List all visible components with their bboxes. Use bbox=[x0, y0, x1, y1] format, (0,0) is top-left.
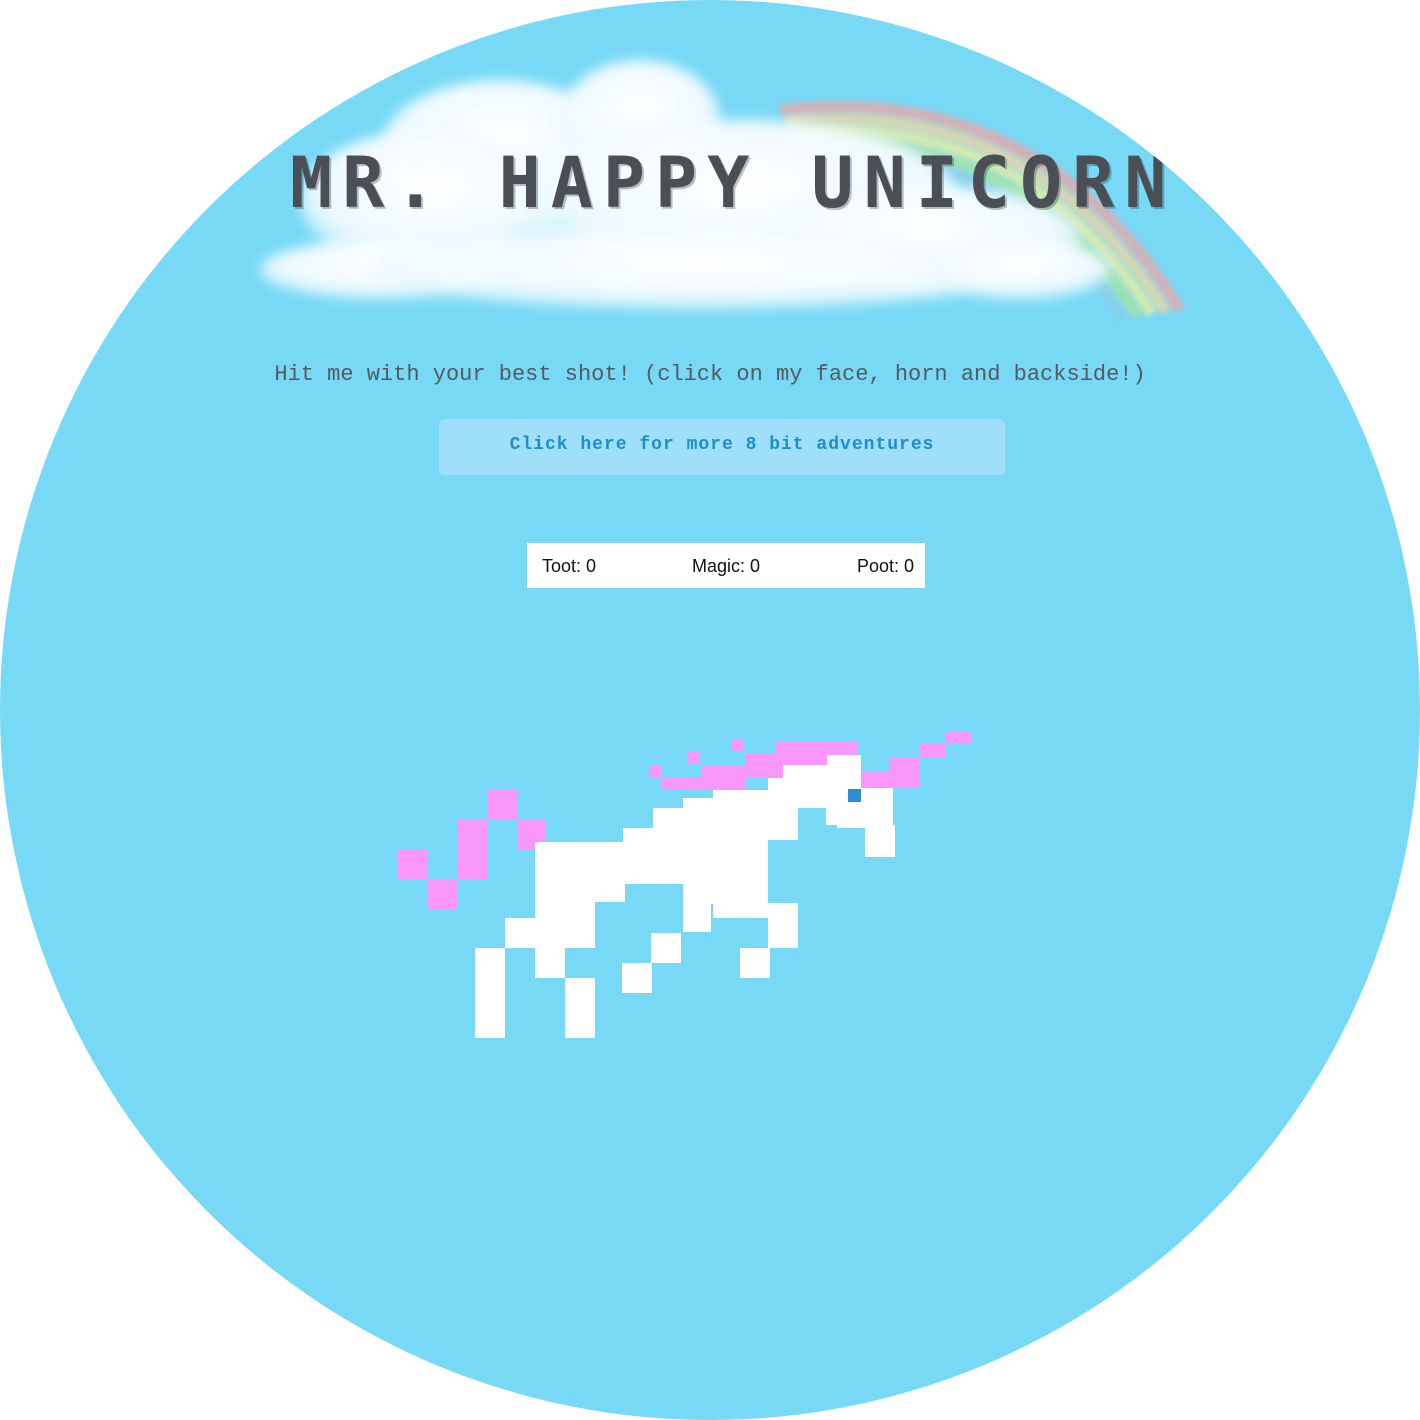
score-panel: Toot: 0 Magic: 0 Poot: 0 bbox=[527, 543, 925, 588]
page-title: MR. HAPPY UNICORN bbox=[290, 142, 1177, 224]
poot-counter: Poot: 0 bbox=[857, 556, 915, 576]
game-stage: MR. HAPPY UNICORN Hit me with your best … bbox=[0, 0, 1420, 1420]
toot-counter: Toot: 0 bbox=[542, 556, 597, 576]
magic-counter: Magic: 0 bbox=[692, 556, 761, 576]
instructions-text: Hit me with your best shot! (click on my… bbox=[274, 362, 1146, 387]
unicorn-backside-hotspot[interactable] bbox=[395, 788, 545, 913]
unicorn-horn-hotspot[interactable] bbox=[880, 728, 975, 788]
more-adventures-button[interactable]: Click here for more 8 bit adventures bbox=[439, 419, 1005, 475]
